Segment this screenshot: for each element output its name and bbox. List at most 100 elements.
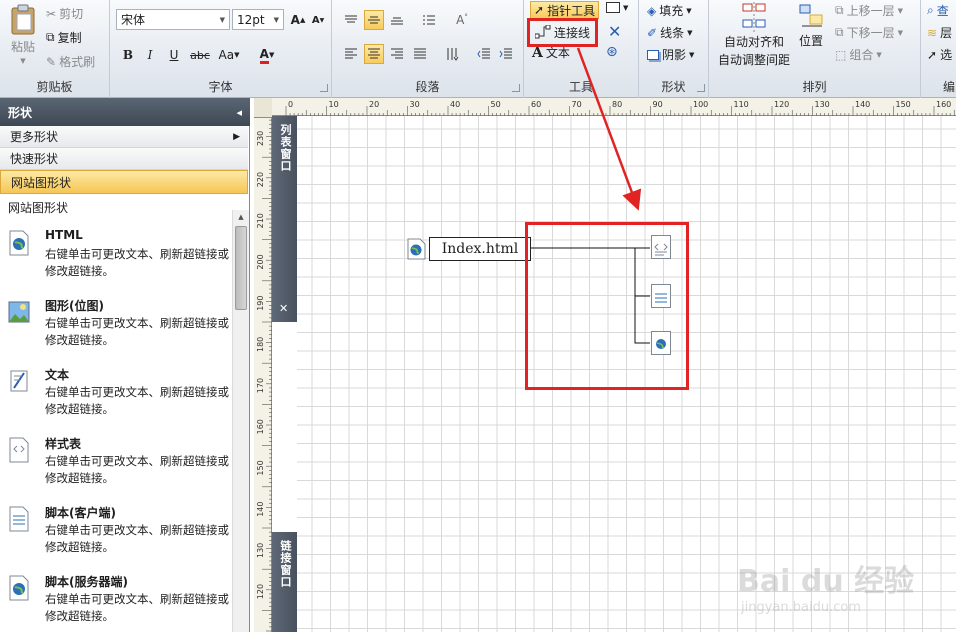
stencil-item-html[interactable]: HTML 右键单击可更改文本、刷新超链接或修改超链接。	[0, 228, 232, 298]
align-right-button[interactable]	[387, 44, 407, 64]
stencil-item-server-script[interactable]: 脚本(服务器端) 右键单击可更改文本、刷新超链接或修改超链接。	[0, 573, 232, 632]
decrease-indent-button[interactable]	[474, 44, 494, 64]
stencil-item-description: 右键单击可更改文本、刷新超链接或修改超链接。	[45, 247, 229, 278]
stencil-item-text[interactable]: 文本 右键单击可更改文本、刷新超链接或修改超链接。	[0, 366, 232, 436]
clipboard-icon	[11, 4, 35, 35]
justify-button[interactable]	[410, 44, 430, 64]
font-name-combo[interactable]: 宋体 ▼	[116, 9, 230, 30]
stamp-tool-button[interactable]: ⊛	[606, 44, 618, 60]
cut-button[interactable]: ✂ 剪切	[46, 5, 83, 22]
collapse-panel-icon[interactable]: ◂	[236, 106, 242, 119]
position-icon	[799, 4, 823, 27]
align-left-button[interactable]	[341, 44, 361, 64]
fill-button[interactable]: ◈ 填充 ▼	[647, 2, 692, 19]
align-top-button[interactable]	[341, 10, 361, 30]
text-direction-button[interactable]	[442, 44, 462, 64]
connector-highlight-box	[527, 18, 598, 47]
text-direction-icon	[447, 48, 459, 61]
align-center-button[interactable]	[364, 44, 384, 64]
bring-forward-button[interactable]: ⧉ 上移一层 ▼	[835, 2, 903, 19]
find-button[interactable]: ⌕ 查	[927, 2, 949, 19]
send-backward-button[interactable]: ⧉ 下移一层 ▼	[835, 24, 903, 41]
group-label: 组合	[849, 48, 874, 62]
shapes-panel-title: 形状	[8, 105, 33, 120]
list-window-tab[interactable]: 列表窗口 ✕	[272, 116, 297, 322]
shrink-font-icon: A	[311, 14, 320, 26]
copy-button[interactable]: ⧉ 复制	[46, 29, 82, 46]
align-bottom-icon	[391, 17, 403, 25]
position-button[interactable]: 位置	[797, 2, 825, 49]
shape-style-group: ◈ 填充 ▼ ✐ 线条 ▼ 阴影 ▼ 形状	[639, 0, 709, 98]
align-bottom-button[interactable]	[387, 10, 407, 30]
shadow-button[interactable]: 阴影 ▼	[647, 46, 694, 63]
close-tool-button[interactable]: ✕	[608, 22, 621, 41]
list-window-label: 列表窗口	[279, 124, 292, 172]
italic-button[interactable]: I	[140, 45, 160, 65]
shrink-font-button[interactable]: A ▼	[308, 10, 328, 30]
client-script-icon	[9, 506, 29, 532]
stencil-item-description: 右键单击可更改文本、刷新超链接或修改超链接。	[45, 316, 229, 347]
bitmap-image-icon	[8, 301, 30, 323]
editing-group-label: 编	[943, 80, 956, 94]
rectangle-tool-button[interactable]: ▼	[606, 2, 628, 13]
auto-align-button[interactable]: 自动对齐和 自动调整间距	[715, 2, 793, 68]
bold-button[interactable]: B	[118, 45, 138, 65]
align-middle-button[interactable]	[364, 10, 384, 30]
copy-icon: ⧉	[46, 30, 55, 44]
quick-shapes-item[interactable]: 快速形状	[0, 148, 248, 170]
pointer-tool-button[interactable]: ➚ 指针工具	[530, 1, 600, 19]
quick-shapes-label: 快速形状	[10, 152, 59, 166]
stencil-item-stylesheet[interactable]: 样式表 右键单击可更改文本、刷新超链接或修改超链接。	[0, 435, 232, 505]
ruler-label: 80	[612, 100, 622, 109]
website-map-stencil-tab[interactable]: 网站图形状	[0, 170, 248, 194]
dialog-launcher-icon[interactable]	[320, 84, 328, 92]
layers-icon: ≋	[927, 25, 938, 40]
clipboard-group: 粘贴 ▼ ✂ 剪切 ⧉ 复制 ✎ 格式刷 剪贴板	[0, 0, 110, 98]
dialog-launcher-icon[interactable]	[512, 84, 520, 92]
font-size-combo[interactable]: 12pt ▼	[232, 9, 284, 30]
ruler-label: 110	[734, 100, 749, 109]
ruler-label: 180	[256, 337, 265, 352]
grow-font-button[interactable]: A ▲	[288, 10, 308, 30]
ruler-label: 20	[369, 100, 379, 109]
stencil-item-title: 文本	[45, 368, 70, 382]
dialog-launcher-icon[interactable]	[697, 84, 705, 92]
bullets-button[interactable]	[419, 10, 439, 30]
paste-button[interactable]: 粘贴 ▼	[6, 4, 40, 68]
underline-button[interactable]: U	[164, 45, 184, 65]
link-window-tab[interactable]: 链接窗口	[272, 532, 297, 632]
ruler-label: 30	[410, 100, 420, 109]
group-icon: ⬚	[835, 47, 847, 62]
scissors-icon: ✂	[46, 6, 57, 21]
ruler-label: 140	[855, 100, 870, 109]
stencil-item-bitmap[interactable]: 图形(位图) 右键单击可更改文本、刷新超链接或修改超链接。	[0, 297, 232, 367]
bring-forward-label: 上移一层	[846, 4, 895, 18]
layers-button[interactable]: ≋ 层	[927, 24, 952, 41]
ruler-label: 190	[256, 296, 265, 311]
align-center-icon	[368, 48, 380, 59]
bullet-list-icon	[423, 15, 435, 25]
rectangle-icon	[606, 2, 620, 13]
chevron-right-icon: ▶	[233, 131, 240, 142]
line-button[interactable]: ✐ 线条 ▼	[647, 24, 692, 41]
link-window-label: 链接窗口	[279, 540, 292, 588]
close-icon[interactable]: ✕	[279, 302, 288, 315]
scrollbar-thumb[interactable]	[235, 226, 247, 310]
text-style-button[interactable]: A°	[452, 10, 472, 30]
scroll-up-icon[interactable]: ▲	[233, 210, 249, 224]
strikethrough-button[interactable]: abc	[188, 45, 212, 65]
font-color-button[interactable]: A ▼	[252, 45, 282, 65]
change-case-button[interactable]: Aa ▼	[214, 45, 244, 65]
shapes-scrollbar[interactable]: ▲	[232, 210, 249, 632]
vertical-ruler: 230 220 210 200 190 180 170 160 150 140 130 120	[254, 115, 272, 632]
group-button[interactable]: ⬚ 组合 ▼	[835, 46, 882, 63]
send-backward-label: 下移一层	[846, 26, 895, 40]
tools-group-label: 工具	[568, 80, 593, 94]
horizontal-ruler-ticks: 0 10 20 30 40 50 60 70 80 90 100 110 120 130 140 150 160	[285, 100, 955, 116]
format-painter-button[interactable]: ✎ 格式刷	[46, 53, 95, 70]
increase-indent-button[interactable]	[496, 44, 516, 64]
stencil-item-client-script[interactable]: 脚本(客户端) 右键单击可更改文本、刷新超链接或修改超链接。	[0, 504, 232, 574]
select-button[interactable]: ➚ 选	[927, 46, 952, 63]
index-html-node[interactable]: Index.html	[429, 237, 531, 261]
more-shapes-item[interactable]: 更多形状 ▶	[0, 126, 248, 148]
